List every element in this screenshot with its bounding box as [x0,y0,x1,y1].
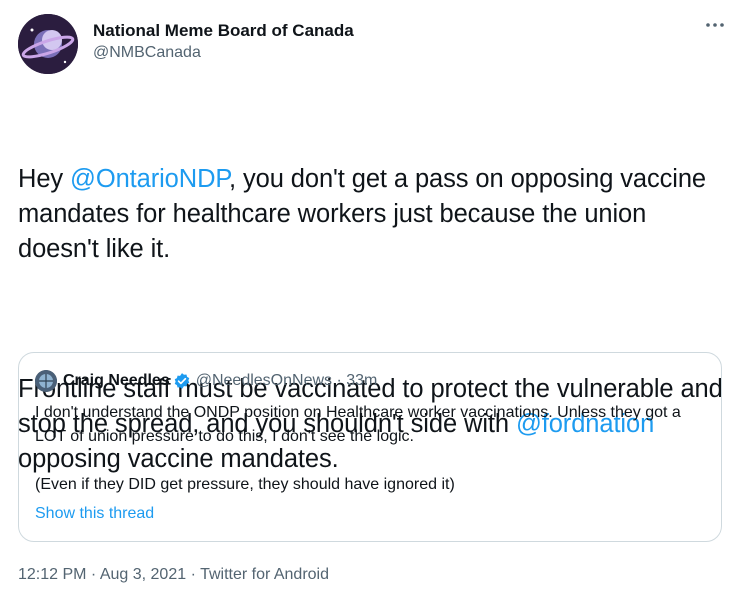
more-options-icon[interactable] [704,18,726,32]
author-display-name[interactable]: National Meme Board of Canada [93,20,354,42]
meta-separator: · [186,566,201,583]
quoted-author-handle-time: @NeedlesOnNews · 33m [195,372,378,389]
show-thread-link[interactable]: Show this thread [35,505,154,523]
tweet-time[interactable]: 12:12 PM [18,566,86,583]
quoted-author-name: Craig Needles [63,372,170,389]
quoted-paragraph-1: I don't understand the ONDP position on … [35,404,681,445]
quoted-tweet-header: Craig Needles @NeedlesOnNews · 33m [35,370,377,392]
author-avatar[interactable] [18,14,78,74]
quoted-tweet[interactable]: Craig Needles @NeedlesOnNews · 33m I don… [18,352,722,542]
tweet-meta: 12:12 PM · Aug 3, 2021 · Twitter for And… [18,566,329,584]
tweet-header: National Meme Board of Canada @NMBCanada [18,12,730,76]
tweet-paragraph-1: Hey @OntarioNDP, you don't get a pass on… [18,162,728,267]
meta-separator: · [86,566,100,583]
tweet-source[interactable]: Twitter for Android [200,566,329,583]
planet-logo-icon [18,14,78,74]
quoted-tweet-text: I don't understand the ONDP position on … [35,401,710,497]
verified-badge-icon [174,373,189,389]
tweet-text-span: Hey [18,165,71,193]
author-names: National Meme Board of Canada @NMBCanada [93,20,354,64]
mention-ontariondp[interactable]: @OntarioNDP [70,165,229,193]
globe-avatar-icon [35,370,57,392]
author-handle[interactable]: @NMBCanada [93,42,354,64]
quoted-author-avatar [35,370,57,392]
tweet-date[interactable]: Aug 3, 2021 [100,566,186,583]
quoted-paragraph-2: (Even if they DID get pressure, they sho… [35,476,455,493]
